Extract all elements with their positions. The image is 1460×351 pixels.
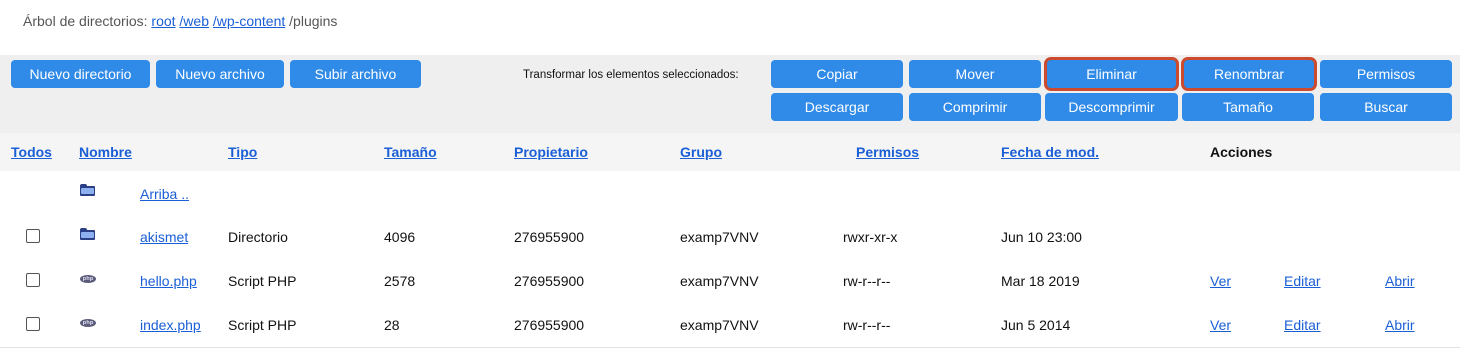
file-group: examp7VNV <box>680 317 759 333</box>
rename-button[interactable]: Renombrar <box>1184 60 1314 88</box>
file-type: Directorio <box>228 229 288 245</box>
file-owner: 276955900 <box>514 317 585 333</box>
breadcrumb-web-link[interactable]: /web <box>179 13 209 29</box>
folder-icon <box>80 184 95 196</box>
download-button[interactable]: Descargar <box>771 93 903 121</box>
breadcrumb: Árbol de directorios: root /web /wp-cont… <box>23 13 337 29</box>
copy-button[interactable]: Copiar <box>771 60 903 88</box>
file-size: 2578 <box>384 273 416 289</box>
file-owner: 276955900 <box>514 273 585 289</box>
upload-file-button[interactable]: Subir archivo <box>290 60 421 88</box>
row-checkbox[interactable] <box>26 229 40 243</box>
file-permissions: rw-r--r-- <box>843 273 891 289</box>
row-checkbox[interactable] <box>26 317 40 331</box>
breadcrumb-wp-content-link[interactable]: /wp-content <box>213 13 285 29</box>
file-name-link[interactable]: index.php <box>140 317 201 333</box>
file-permissions: rwxr-xr-x <box>843 229 898 245</box>
permissions-button[interactable]: Permisos <box>1320 60 1452 88</box>
php-file-icon: php <box>80 275 96 283</box>
col-modified[interactable]: Fecha de mod. <box>1001 144 1099 160</box>
file-size: 4096 <box>384 229 416 245</box>
search-button[interactable]: Buscar <box>1320 93 1452 121</box>
file-group: examp7VNV <box>680 229 759 245</box>
compress-button[interactable]: Comprimir <box>909 93 1041 121</box>
php-file-icon: php <box>80 319 96 327</box>
open-link[interactable]: Abrir <box>1385 317 1415 333</box>
file-size: 28 <box>384 317 400 333</box>
table-row: akismet Directorio 4096 276955900 examp7… <box>0 215 1460 260</box>
file-permissions: rw-r--r-- <box>843 317 891 333</box>
table-header: Todos Nombre Tipo Tamaño Propietario Gru… <box>0 133 1460 172</box>
col-size[interactable]: Tamaño <box>384 144 437 160</box>
col-all[interactable]: Todos <box>11 144 52 160</box>
file-group: examp7VNV <box>680 273 759 289</box>
edit-link[interactable]: Editar <box>1284 273 1321 289</box>
file-modified: Jun 10 23:00 <box>1001 229 1082 245</box>
up-row: Arriba .. <box>0 171 1460 216</box>
file-owner: 276955900 <box>514 229 585 245</box>
col-permissions[interactable]: Permisos <box>856 144 919 160</box>
file-name-link[interactable]: hello.php <box>140 273 197 289</box>
size-button[interactable]: Tamaño <box>1182 93 1314 121</box>
col-name[interactable]: Nombre <box>79 144 132 160</box>
row-checkbox[interactable] <box>26 273 40 287</box>
new-file-button[interactable]: Nuevo archivo <box>156 60 284 88</box>
breadcrumb-root-link[interactable]: root <box>151 13 175 29</box>
file-type: Script PHP <box>228 273 297 289</box>
folder-icon <box>80 228 95 240</box>
move-button[interactable]: Mover <box>909 60 1041 88</box>
col-actions: Acciones <box>1210 144 1273 160</box>
col-owner[interactable]: Propietario <box>514 144 588 160</box>
col-group[interactable]: Grupo <box>680 144 722 160</box>
col-type[interactable]: Tipo <box>228 144 257 160</box>
up-link[interactable]: Arriba .. <box>140 186 189 202</box>
file-modified: Mar 18 2019 <box>1001 273 1080 289</box>
file-modified: Jun 5 2014 <box>1001 317 1071 333</box>
toolbar: Nuevo directorio Nuevo archivo Subir arc… <box>0 55 1460 133</box>
table-row: php hello.php Script PHP 2578 276955900 … <box>0 259 1460 304</box>
breadcrumb-current: /plugins <box>289 13 338 29</box>
new-directory-button[interactable]: Nuevo directorio <box>11 60 150 88</box>
open-link[interactable]: Abrir <box>1385 273 1415 289</box>
edit-link[interactable]: Editar <box>1284 317 1321 333</box>
file-type: Script PHP <box>228 317 297 333</box>
file-name-link[interactable]: akismet <box>140 229 188 245</box>
transform-label: Transformar los elementos seleccionados: <box>523 69 739 81</box>
delete-button[interactable]: Eliminar <box>1047 60 1176 88</box>
breadcrumb-prefix: Árbol de directorios: <box>23 13 148 29</box>
table-row: php index.php Script PHP 28 276955900 ex… <box>0 303 1460 348</box>
view-link[interactable]: Ver <box>1210 273 1231 289</box>
view-link[interactable]: Ver <box>1210 317 1231 333</box>
decompress-button[interactable]: Descomprimir <box>1045 93 1178 121</box>
